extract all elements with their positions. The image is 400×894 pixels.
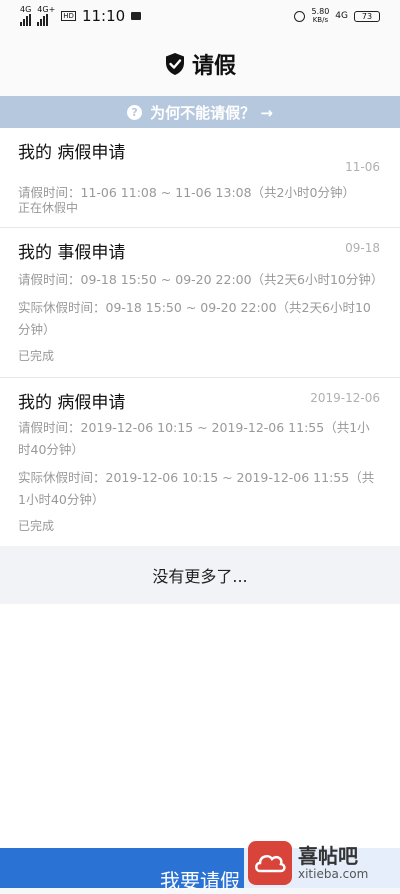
leave-item[interactable]: 我的 事假申请 09-18 请假时间：09-18 15:50 ~ 09-20 2… <box>0 228 400 378</box>
cloud-logo-icon <box>248 841 292 885</box>
leave-item-date: 11-06 <box>345 160 380 174</box>
leave-item-status: 已完成 <box>18 349 55 363</box>
watermark-text: 喜帖吧 xitieba.com <box>298 845 368 881</box>
page-title: 请假 <box>191 54 236 79</box>
page-header: 请假 <box>0 32 400 96</box>
request-leave-label: 我要请假 <box>160 869 240 893</box>
leave-item-time: 请假时间：09-18 15:50 ~ 09-20 22:00（共2天6小时10分… <box>18 272 384 287</box>
battery-icon: 73 <box>354 10 380 22</box>
leave-item-actual-time: 实际休假时间：09-18 15:50 ~ 09-20 22:00（共2天6小时1… <box>18 300 371 337</box>
status-right: 5.80 KB/s 4G 73 <box>294 7 380 25</box>
leave-item-status: 已完成 <box>18 519 55 533</box>
hd-badge: HD <box>61 11 76 21</box>
leave-list: 我的 病假申请 11-06 请假时间：11-06 11:08 ~ 11-06 1… <box>0 128 400 546</box>
leave-item-time: 请假时间：2019-12-06 10:15 ~ 2019-12-06 11:55… <box>18 420 370 457</box>
status-left: 4G 4G+ HD 11:10 <box>20 5 142 26</box>
network-label: 4G <box>20 5 32 14</box>
battery-level: 73 <box>361 11 373 21</box>
alarm-icon <box>294 10 306 22</box>
clock: 11:10 <box>81 7 126 25</box>
network-right-label: 4G <box>335 11 348 21</box>
cloud-icon <box>255 854 286 873</box>
camera-icon <box>131 12 142 20</box>
watermark-en: xitieba.com <box>298 867 369 881</box>
leave-item[interactable]: 我的 病假申请 2019-12-06 请假时间：2019-12-06 10:15… <box>0 378 400 546</box>
leave-item-actual-time: 实际休假时间：2019-12-06 10:15 ~ 2019-12-06 11:… <box>18 470 375 507</box>
watermark-cn: 喜帖吧 <box>298 844 358 868</box>
signal-icon <box>20 14 31 26</box>
empty-area <box>0 604 400 848</box>
leave-item-status: 正在休假中 <box>18 201 79 215</box>
watermark: 喜帖吧 xitieba.com <box>244 838 400 888</box>
why-cannot-leave-banner[interactable]: ? 为何不能请假？ → <box>0 96 400 128</box>
signal2-icon <box>37 14 49 26</box>
leave-item-title: 我的 事假申请 <box>18 243 126 263</box>
leave-item-title: 我的 病假申请 <box>18 143 126 163</box>
speed-value: 5.80 <box>311 7 330 16</box>
status-bar: 4G 4G+ HD 11:10 5.80 KB/s 4G 73 <box>0 0 400 32</box>
leave-item-time: 请假时间：11-06 11:08 ~ 11-06 13:08（共2小时0分钟） <box>18 185 355 200</box>
leave-item[interactable]: 我的 病假申请 11-06 请假时间：11-06 11:08 ~ 11-06 1… <box>0 128 400 228</box>
speed-unit: KB/s <box>312 16 329 24</box>
banner-text: 为何不能请假？ → <box>150 103 273 122</box>
leave-item-date: 09-18 <box>345 241 380 255</box>
question-icon: ? <box>127 104 143 120</box>
shield-check-icon <box>165 53 184 75</box>
leave-item-date: 2019-12-06 <box>310 391 380 405</box>
network2-label: 4G+ <box>37 5 56 14</box>
no-more-footer: 没有更多了... <box>0 546 400 604</box>
